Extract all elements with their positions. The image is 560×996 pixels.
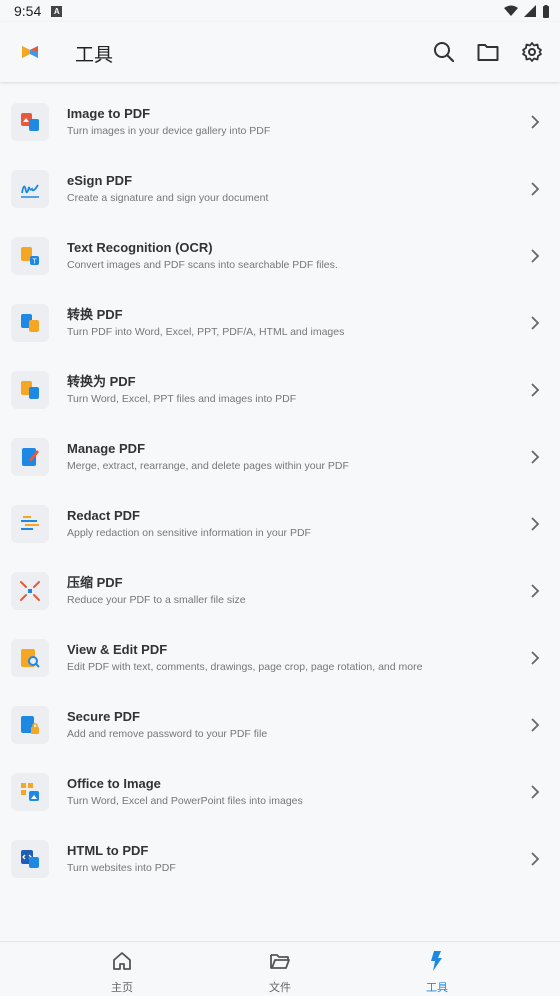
chevron-right-icon (531, 517, 540, 531)
tool-description: Merge, extract, rearrange, and delete pa… (67, 460, 349, 472)
tool-description: Turn images in your device gallery into … (67, 125, 271, 137)
folder-open-icon (270, 954, 290, 969)
redact-icon (11, 505, 49, 543)
nav-label: 主页 (111, 982, 133, 994)
gear-icon (522, 42, 542, 62)
html-to-pdf-icon (11, 840, 49, 878)
status-time: 9:54 (14, 3, 42, 19)
tool-description: Turn Word, Excel and PowerPoint files in… (67, 795, 303, 807)
tool-title: 压缩 PDF (67, 575, 123, 590)
office-to-image-icon (11, 773, 49, 811)
tool-redact-pdf[interactable]: Redact PDF Apply redaction on sensitive … (0, 491, 560, 558)
tool-secure-pdf[interactable]: Secure PDF Add and remove password to yo… (0, 692, 560, 759)
ocr-icon: T (11, 237, 49, 275)
tool-title: HTML to PDF (67, 843, 149, 858)
tool-title: Secure PDF (67, 709, 140, 724)
tool-title: Office to Image (67, 776, 161, 791)
signal-icon (524, 5, 536, 17)
tool-title: 转换为 PDF (67, 374, 136, 389)
tool-view-edit-pdf[interactable]: View & Edit PDF Edit PDF with text, comm… (0, 625, 560, 692)
tool-description: Turn Word, Excel, PPT files and images i… (67, 393, 297, 405)
tool-ocr[interactable]: T Text Recognition (OCR) Convert images … (0, 223, 560, 290)
battery-icon (543, 4, 549, 18)
tool-manage-pdf[interactable]: Manage PDF Merge, extract, rearrange, an… (0, 424, 560, 491)
tool-description: Create a signature and sign your documen… (67, 192, 269, 204)
settings-button[interactable] (514, 34, 550, 70)
chevron-right-icon (531, 383, 540, 397)
tool-title: 转换 PDF (67, 307, 123, 322)
tool-title: Redact PDF (67, 508, 140, 523)
nav-label: 文件 (269, 982, 291, 994)
chevron-right-icon (531, 115, 540, 129)
chevron-right-icon (531, 584, 540, 598)
nav-home[interactable]: 主页 (82, 950, 162, 995)
notification-icon: A (51, 5, 63, 17)
tools-icon (431, 951, 442, 971)
convert-pdf-icon (11, 304, 49, 342)
tool-title: eSign PDF (67, 173, 133, 188)
chevron-right-icon (531, 450, 540, 464)
tool-title: Image to PDF (67, 106, 151, 121)
nav-label: 工具 (426, 982, 448, 994)
tool-description: Convert images and PDF scans into search… (67, 259, 338, 271)
app-logo-icon (22, 46, 38, 58)
manage-pdf-icon (11, 438, 49, 476)
chevron-right-icon (531, 718, 540, 732)
tool-title: Text Recognition (OCR) (67, 240, 213, 255)
tool-html-to-pdf[interactable]: HTML to PDF Turn websites into PDF (0, 826, 560, 893)
tool-esign-pdf[interactable]: eSign PDF Create a signature and sign yo… (0, 156, 560, 223)
status-bar: 9:54 A (0, 0, 560, 22)
tool-description: Turn websites into PDF (67, 862, 176, 874)
home-icon (113, 952, 131, 970)
tool-convert-pdf[interactable]: 转换 PDF Turn PDF into Word, Excel, PPT, P… (0, 290, 560, 357)
convert-to-pdf-icon (11, 371, 49, 409)
tool-description: Add and remove password to your PDF file (67, 728, 268, 740)
secure-pdf-icon (11, 706, 49, 744)
tool-office-to-image[interactable]: Office to Image Turn Word, Excel and Pow… (0, 759, 560, 826)
page-title: 工具 (75, 45, 114, 66)
nav-files[interactable]: 文件 (240, 950, 320, 995)
files-button[interactable] (470, 34, 506, 70)
tool-description: Apply redaction on sensitive information… (67, 527, 311, 539)
bottom-navigation: 主页 文件 工具 (0, 941, 560, 996)
search-button[interactable] (426, 34, 462, 70)
search-icon (434, 42, 455, 63)
nav-tools[interactable]: 工具 (397, 950, 477, 995)
app-bar: 工具 (0, 22, 560, 82)
tool-convert-to-pdf[interactable]: 转换为 PDF Turn Word, Excel, PPT files and … (0, 357, 560, 424)
folder-icon (477, 44, 499, 61)
image-to-pdf-icon (11, 103, 49, 141)
chevron-right-icon (531, 182, 540, 196)
chevron-right-icon (531, 651, 540, 665)
chevron-right-icon (531, 852, 540, 866)
wifi-icon (504, 5, 518, 16)
esign-icon (11, 170, 49, 208)
tool-description: Turn PDF into Word, Excel, PPT, PDF/A, H… (67, 326, 345, 338)
chevron-right-icon (531, 785, 540, 799)
compress-icon (11, 572, 49, 610)
tool-image-to-pdf[interactable]: Image to PDF Turn images in your device … (0, 89, 560, 156)
tools-list: Image to PDF Turn images in your device … (0, 89, 560, 893)
chevron-right-icon (531, 249, 540, 263)
tool-description: Edit PDF with text, comments, drawings, … (67, 661, 423, 673)
tool-title: Manage PDF (67, 441, 146, 456)
view-edit-icon (11, 639, 49, 677)
tool-title: View & Edit PDF (67, 642, 168, 657)
chevron-right-icon (531, 316, 540, 330)
tool-description: Reduce your PDF to a smaller file size (67, 594, 246, 606)
tool-compress-pdf[interactable]: 压缩 PDF Reduce your PDF to a smaller file… (0, 558, 560, 625)
svg-text:T: T (32, 259, 37, 266)
